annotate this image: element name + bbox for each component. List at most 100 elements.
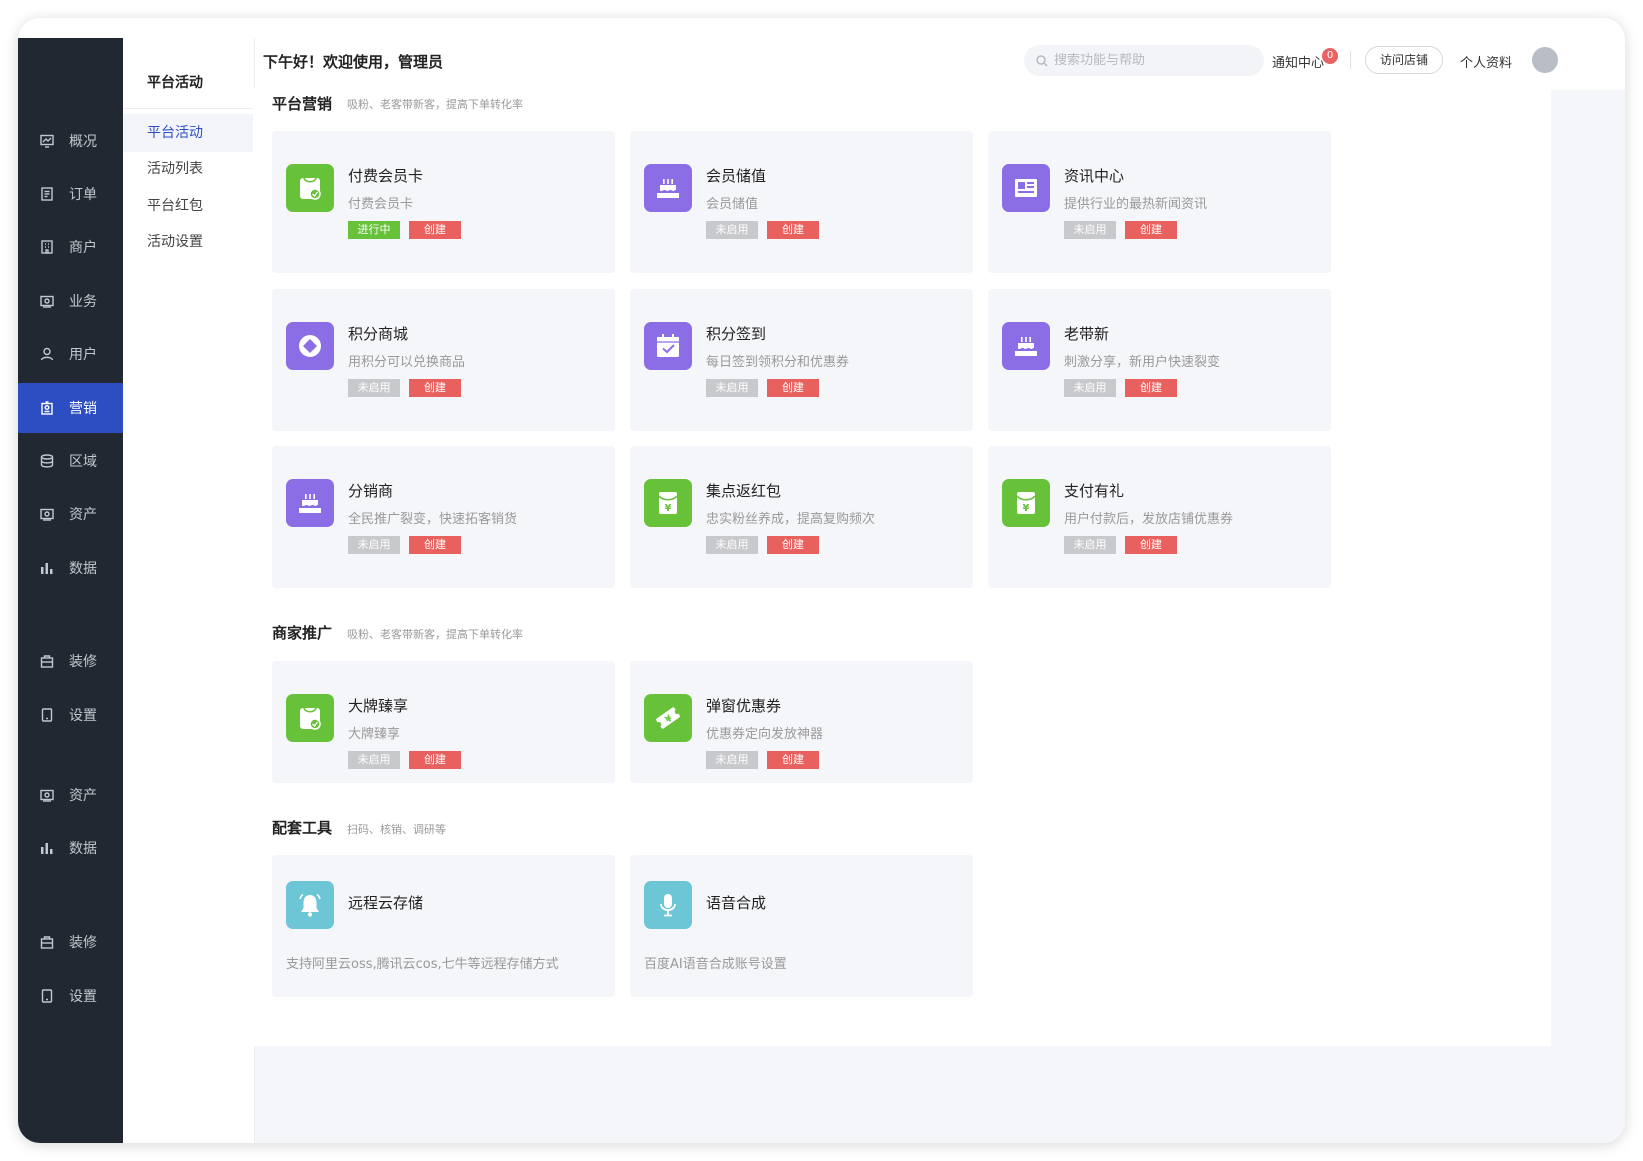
sidebar-item-region[interactable]: 区域 — [18, 436, 123, 486]
card-popup-coupon[interactable]: ¥ 弹窗优惠券 优惠券定向发放神器 未启用 创建 — [630, 661, 973, 783]
profile-link[interactable]: 个人资料 — [1460, 52, 1512, 71]
create-button[interactable]: 创建 — [767, 221, 819, 239]
search-input[interactable] — [1054, 53, 1244, 68]
card-member-stored-value[interactable]: 会员储值 会员储值 未启用 创建 — [630, 131, 973, 273]
sidebar-item-label: 概况 — [69, 134, 97, 150]
phone-icon — [40, 989, 54, 1003]
status-badge: 未启用 — [706, 536, 758, 554]
section-subtitle-merchant-promotion: 吸粉、老客带新客，提高下单转化率 — [347, 628, 523, 641]
create-button[interactable]: 创建 — [409, 751, 461, 769]
sidebar-item-label: 数据 — [69, 841, 97, 857]
subnav-item-platform-activity[interactable]: 平台活动 — [123, 114, 254, 152]
sidebar-item-marketing[interactable]: 营销 — [18, 383, 123, 433]
create-button[interactable]: 创建 — [767, 751, 819, 769]
create-button[interactable]: 创建 — [1125, 536, 1177, 554]
phone-icon — [40, 708, 54, 722]
sidebar-item-merchants[interactable]: 商户 — [18, 222, 123, 272]
sidebar-item-decoration-2[interactable]: 装修 — [18, 917, 123, 967]
status-badge: 未启用 — [706, 379, 758, 397]
sidebar-item-orders[interactable]: 订单 — [18, 169, 123, 219]
sidebar-item-label: 区域 — [69, 454, 97, 470]
subnav-item-activity-list[interactable]: 活动列表 — [123, 150, 254, 188]
sidebar-item-assets[interactable]: 资产 — [18, 489, 123, 539]
wallet-icon — [40, 507, 54, 521]
card-name: 会员储值 — [706, 167, 767, 185]
sidebar-item-users[interactable]: 用户 — [18, 329, 123, 379]
svg-text:¥: ¥ — [665, 503, 672, 514]
status-badge: 进行中 — [348, 221, 400, 239]
sidebar-item-label: 设置 — [69, 708, 97, 724]
card-brand-exclusive[interactable]: 大牌臻享 大牌臻享 未启用 创建 — [272, 661, 615, 783]
sidebar-item-settings-2[interactable]: 设置 — [18, 971, 123, 1021]
bag-icon — [40, 654, 54, 668]
sidebar-item-label: 营销 — [69, 401, 97, 417]
cake-icon — [644, 164, 692, 212]
create-button[interactable]: 创建 — [1125, 379, 1177, 397]
notification-center-link[interactable]: 通知中心 — [1272, 52, 1324, 71]
create-button[interactable]: 创建 — [1125, 221, 1177, 239]
card-desc: 全民推广裂变，快速拓客销货 — [348, 512, 518, 527]
news-icon — [1002, 164, 1050, 212]
card-paid-member-card[interactable]: 付费会员卡 付费会员卡 进行中 创建 — [272, 131, 615, 273]
card-name: 集点返红包 — [706, 482, 782, 500]
status-badge: 未启用 — [1064, 536, 1116, 554]
create-button[interactable]: 创建 — [409, 536, 461, 554]
card-desc: 用积分可以兑换商品 — [348, 355, 466, 370]
sidebar-item-label: 商户 — [69, 240, 97, 256]
create-button[interactable]: 创建 — [767, 379, 819, 397]
search-icon — [1036, 54, 1048, 67]
sidebar-item-label: 用户 — [69, 347, 97, 363]
status-badge: 未启用 — [348, 379, 400, 397]
card-points-mall[interactable]: 积分商城 用积分可以兑换商品 未启用 创建 — [272, 289, 615, 431]
status-badge: 未启用 — [348, 536, 400, 554]
cake-icon — [286, 479, 334, 527]
create-button[interactable]: 创建 — [767, 536, 819, 554]
search-box[interactable] — [1024, 45, 1264, 76]
card-name: 大牌臻享 — [348, 697, 409, 715]
card-payment-gift[interactable]: ¥ 支付有礼 用户付款后，发放店铺优惠券 未启用 创建 — [988, 446, 1331, 588]
sidebar-item-label: 资产 — [69, 507, 97, 523]
card-points-checkin[interactable]: 积分签到 每日签到领积分和优惠券 未启用 创建 — [630, 289, 973, 431]
card-name: 远程云存储 — [348, 894, 424, 912]
card-points-red-packet[interactable]: ¥ 集点返红包 忠实粉丝养成，提高复购频次 未启用 创建 — [630, 446, 973, 588]
card-desc: 每日签到领积分和优惠券 — [706, 355, 850, 370]
sidebar-item-label: 订单 — [69, 187, 97, 203]
sidebar-item-data[interactable]: 数据 — [18, 543, 123, 593]
sidebar-item-decoration[interactable]: 装修 — [18, 636, 123, 686]
trend-chart-icon — [40, 134, 54, 148]
sidebar-item-data-2[interactable]: 数据 — [18, 823, 123, 873]
status-badge: 未启用 — [1064, 221, 1116, 239]
sidebar-item-settings[interactable]: 设置 — [18, 690, 123, 740]
status-badge: 未启用 — [348, 751, 400, 769]
subnav-item-platform-red-packet[interactable]: 平台红包 — [123, 187, 254, 225]
document-icon — [40, 187, 54, 201]
red-packet-icon: ¥ — [1002, 479, 1050, 527]
card-desc: 付费会员卡 — [348, 197, 414, 212]
sidebar-item-label: 业务 — [69, 294, 97, 310]
create-button[interactable]: 创建 — [409, 379, 461, 397]
card-desc: 优惠券定向发放神器 — [706, 727, 824, 742]
visit-store-button[interactable]: 访问店铺 — [1365, 46, 1443, 74]
section-subtitle-tools: 扫码、核销、调研等 — [347, 823, 446, 836]
card-name: 积分商城 — [348, 325, 409, 343]
card-name: 支付有礼 — [1064, 482, 1125, 500]
status-badge: 未启用 — [1064, 379, 1116, 397]
card-referral[interactable]: 老带新 刺激分享，新用户快速裂变 未启用 创建 — [988, 289, 1331, 431]
avatar[interactable] — [1532, 47, 1558, 73]
sidebar-item-overview[interactable]: 概况 — [18, 116, 123, 166]
vip-card-icon — [286, 694, 334, 742]
wallet-icon — [40, 788, 54, 802]
create-button[interactable]: 创建 — [409, 221, 461, 239]
card-news-center[interactable]: 资讯中心 提供行业的最热新闻资讯 未启用 创建 — [988, 131, 1331, 273]
vip-card-icon — [286, 164, 334, 212]
card-distributor[interactable]: 分销商 全民推广裂变，快速拓客销货 未启用 创建 — [272, 446, 615, 588]
subnav-item-activity-settings[interactable]: 活动设置 — [123, 223, 254, 261]
card-remote-cloud-storage[interactable]: 远程云存储 支持阿里云oss,腾讯云cos,七牛等远程存储方式 — [272, 855, 615, 997]
card-speech-synthesis[interactable]: 语音合成 百度AI语音合成账号设置 — [630, 855, 973, 997]
bell-icon — [286, 881, 334, 929]
card-name: 积分签到 — [706, 325, 767, 343]
card-name: 分销商 — [348, 482, 394, 500]
bag-icon — [40, 935, 54, 949]
sidebar-item-assets-2[interactable]: 资产 — [18, 770, 123, 820]
sidebar-item-business[interactable]: 业务 — [18, 276, 123, 326]
